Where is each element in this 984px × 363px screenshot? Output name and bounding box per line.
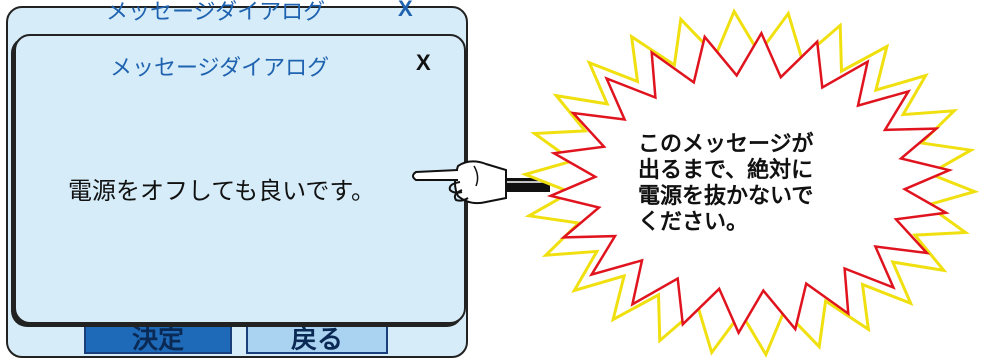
callout-line: 電源を抜かないで [638,184,814,209]
callout-line: ください。 [638,210,749,235]
pointing-hand-icon [412,160,550,205]
burst-illustration [412,8,980,358]
callout-line: このメッセージが [638,132,814,157]
warning-callout-text: このメッセージが 出るまで、絶対に 電源を抜かないで ください。 [638,132,814,236]
callout-line: 出るまで、絶対に [638,158,814,183]
